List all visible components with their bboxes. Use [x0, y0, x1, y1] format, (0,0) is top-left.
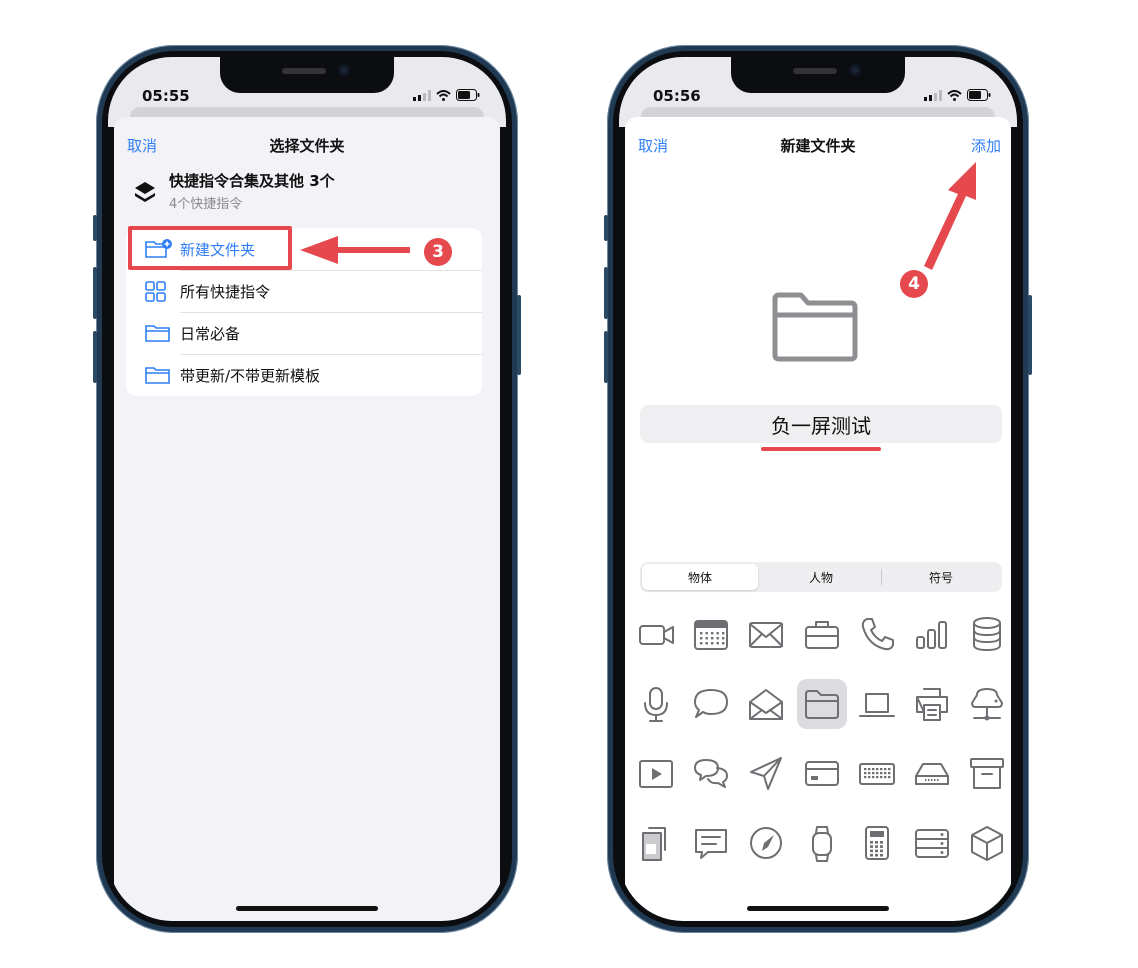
notch: [220, 57, 394, 93]
list-item-all-shortcuts[interactable]: 所有快捷指令: [126, 270, 482, 312]
annotation-arrow-right: [924, 162, 976, 270]
volume-down-button: [604, 331, 608, 383]
highlight-box: [128, 226, 292, 270]
grid-icon: [145, 281, 166, 302]
server-icon[interactable]: [909, 820, 955, 866]
cube-icon[interactable]: [964, 820, 1010, 866]
briefcase-icon[interactable]: [799, 611, 845, 657]
status-time: 05:55: [142, 87, 190, 105]
calculator-icon[interactable]: [854, 820, 900, 866]
watch-icon[interactable]: [799, 820, 845, 866]
volume-up-button: [604, 267, 608, 319]
folder-icon[interactable]: [796, 678, 847, 729]
envelope-icon[interactable]: [743, 611, 789, 657]
signal-icon: [413, 89, 431, 101]
printer-icon[interactable]: [909, 681, 955, 727]
page-title: 选择文件夹: [269, 137, 345, 155]
power-button: [1028, 295, 1032, 375]
folder-icon: [145, 325, 170, 342]
list-item-daily[interactable]: 日常必备: [126, 312, 482, 354]
open-envelope-icon[interactable]: [743, 681, 789, 727]
calendar-icon[interactable]: [688, 611, 734, 657]
volume-down-button: [93, 331, 97, 383]
shortcut-count: 4个快捷指令: [169, 197, 243, 212]
paper-plane-icon[interactable]: [743, 750, 789, 796]
laptop-icon[interactable]: [854, 681, 900, 727]
screen-left: 05:55 取消 选择文件夹 快捷指令合集及其他 3个 4个快捷指令 新建文件夹…: [108, 57, 506, 921]
video-camera-icon[interactable]: [633, 611, 679, 657]
phone-icon[interactable]: [854, 611, 900, 657]
list-item-templates[interactable]: 带更新/不带更新模板: [126, 354, 482, 396]
message-lines-icon[interactable]: [688, 820, 734, 866]
keyboard-icon[interactable]: [854, 750, 900, 796]
templates-label: 带更新/不带更新模板: [180, 367, 321, 385]
step-badge-4: 4: [900, 270, 928, 298]
status-icons: [413, 89, 480, 101]
credit-card-icon[interactable]: [799, 750, 845, 796]
bar-chart-icon[interactable]: [909, 611, 955, 657]
home-indicator: [747, 906, 889, 911]
microphone-icon[interactable]: [633, 681, 679, 727]
signal-icon: [924, 89, 942, 101]
speech-bubble-icon[interactable]: [688, 681, 734, 727]
annotation-arrow-left: [300, 236, 410, 264]
power-button: [517, 295, 521, 375]
phone-frame-left: 05:55 取消 选择文件夹 快捷指令合集及其他 3个 4个快捷指令 新建文件夹…: [93, 45, 521, 933]
battery-icon: [456, 89, 480, 101]
mute-switch: [93, 215, 97, 241]
home-indicator: [236, 906, 378, 911]
network-drive-icon[interactable]: [964, 681, 1010, 727]
wifi-icon: [436, 89, 451, 101]
battery-icon: [967, 89, 991, 101]
clipboard-stack-icon[interactable]: [633, 820, 679, 866]
step-badge-3: 3: [424, 238, 452, 266]
mute-switch: [604, 215, 608, 241]
chat-bubbles-icon[interactable]: [688, 750, 734, 796]
folder-icon: [145, 367, 170, 384]
wifi-icon: [947, 89, 962, 101]
shortcuts-stack-icon: [135, 182, 155, 202]
database-icon[interactable]: [964, 611, 1010, 657]
hard-drive-icon[interactable]: [909, 750, 955, 796]
status-time: 05:56: [653, 87, 701, 105]
daily-label: 日常必备: [180, 325, 241, 343]
volume-up-button: [93, 267, 97, 319]
play-box-icon[interactable]: [633, 750, 679, 796]
compass-icon[interactable]: [743, 820, 789, 866]
status-icons: [924, 89, 991, 101]
shortcut-name: 快捷指令合集及其他 3个: [169, 172, 335, 190]
notch: [731, 57, 905, 93]
archive-box-icon[interactable]: [964, 750, 1010, 796]
all-shortcuts-label: 所有快捷指令: [180, 283, 271, 301]
